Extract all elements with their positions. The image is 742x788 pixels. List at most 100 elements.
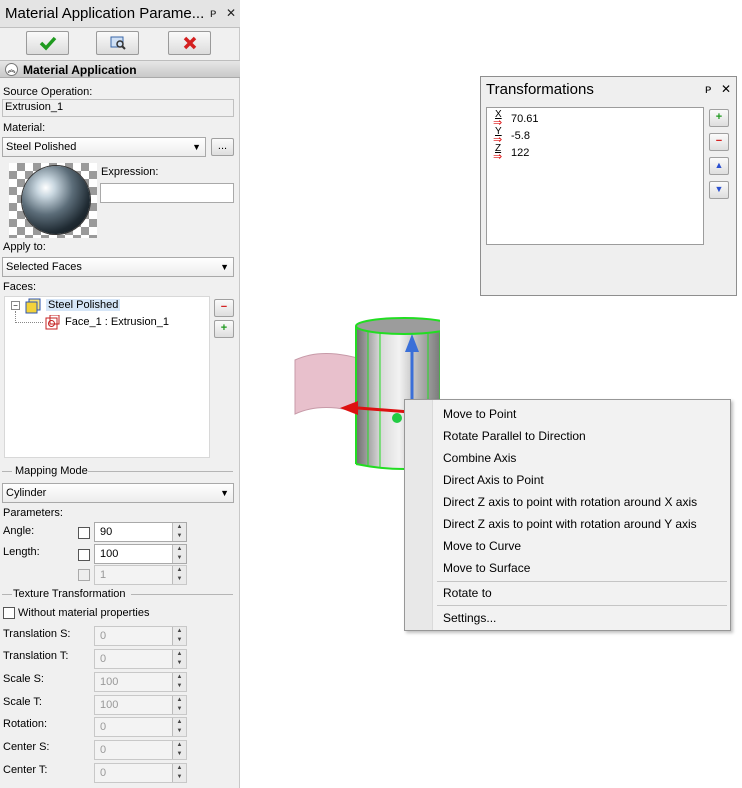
length-checkbox[interactable] [78,549,90,561]
cylinder-top-edge [355,317,440,335]
source-operation-field: Extrusion_1 [2,99,234,117]
collapse-chevron-icon[interactable]: ︽ [5,63,18,76]
apply-to-select[interactable]: Selected Faces ▼ [2,257,234,277]
material-sphere-preview [22,166,90,234]
faces-tree[interactable]: − Steel Polished Face_1 : Extrusion_1 [4,296,210,458]
without-material-checkbox[interactable] [3,607,15,619]
spin-down-icon[interactable]: ▼ [173,554,186,563]
angle-checkbox[interactable] [78,527,90,539]
tree-item-steel-polished[interactable]: Steel Polished [46,299,121,311]
length-spinner[interactable]: 100 ▲ ▼ [94,544,187,564]
pin-icon[interactable]: ᴘ [210,6,216,20]
expression-input[interactable] [100,183,234,203]
section-header-material-application[interactable]: ︽ Material Application [0,60,240,78]
menu-item-move-to-curve[interactable]: Move to Curve [443,539,521,553]
pin-icon[interactable]: ᴘ [705,82,711,96]
material-select-value: Steel Polished [6,141,77,153]
mapping-mode-group: Mapping Mode [0,465,236,477]
spin-up-icon[interactable]: ▲ [173,523,186,532]
spin-up-icon: ▲ [176,651,183,657]
material-select[interactable]: Steel Polished ▼ [2,137,206,157]
cancel-button[interactable] [168,31,211,55]
spin-down-icon: ▼ [176,660,183,666]
remove-face-button[interactable]: − [214,299,234,317]
angle-spinner[interactable]: 90 ▲ ▼ [94,522,187,542]
scale-s-value: 100 [100,676,119,688]
arrow-up-icon: ▲ [714,160,724,170]
face-node-icon [45,315,60,330]
rotation-value: 0 [100,721,107,733]
scale-t-spinner: 100 ▲ ▼ [94,695,187,715]
move-down-button[interactable]: ▼ [709,181,729,199]
transformations-list[interactable]: X ⇒ 70.61 Y ⇒ -5.8 Z ⇒ 122 [486,107,704,245]
close-icon[interactable]: ✕ [226,6,236,20]
spin-up-icon: ▲ [176,674,183,680]
translation-t-value: 0 [100,653,107,665]
spin-buttons: ▲ ▼ [172,718,186,736]
scale-t-value: 100 [100,699,119,711]
transformation-value: 70.61 [511,113,539,125]
menu-item-move-to-point[interactable]: Move to Point [443,407,516,421]
menu-separator [437,581,727,582]
menu-item-move-to-surface[interactable]: Move to Surface [443,561,530,575]
menu-icon-strip [405,400,433,630]
scale-s-spinner: 100 ▲ ▼ [94,672,187,692]
tree-item-face[interactable]: Face_1 : Extrusion_1 [65,316,169,328]
transformation-value: -5.8 [511,130,530,142]
section-title: Material Application [23,63,137,77]
menu-item-direct-z-rot-x[interactable]: Direct Z axis to point with rotation aro… [443,495,697,509]
translation-t-label: Translation T: [3,650,69,662]
scale-t-label: Scale T: [3,696,42,708]
menu-item-settings[interactable]: Settings... [443,611,496,625]
spin-buttons[interactable]: ▲ ▼ [172,523,186,541]
rotation-spinner: 0 ▲ ▼ [94,717,187,737]
add-face-button[interactable]: + [214,320,234,338]
center-t-spinner: 0 ▲ ▼ [94,763,187,783]
apply-to-label: Apply to: [3,241,46,253]
spin-down-icon: ▼ [176,637,183,643]
spin-buttons: ▲ ▼ [172,650,186,668]
tree-expander[interactable]: − [11,301,20,310]
spin-down-icon: ▼ [176,751,183,757]
minus-icon: − [220,301,228,313]
preview-button[interactable] [96,31,139,55]
move-up-button[interactable]: ▲ [709,157,729,175]
spin-buttons[interactable]: ▲ ▼ [172,545,186,563]
spin-buttons: ▲ ▼ [172,627,186,645]
rotation-label: Rotation: [3,718,48,730]
menu-item-rotate-to[interactable]: Rotate to [443,586,492,600]
panel-title-bar: Material Application Parame... ᴘ ✕ [0,0,240,28]
ok-button[interactable] [26,31,69,55]
center-s-spinner: 0 ▲ ▼ [94,740,187,760]
material-application-panel: Material Application Parame... ᴘ ✕ ︽ Mat… [0,0,240,788]
faces-label: Faces: [3,281,37,293]
spin-up-icon[interactable]: ▲ [173,545,186,554]
add-transformation-button[interactable]: + [709,109,729,127]
center-t-label: Center T: [3,764,48,776]
angle-value: 90 [100,526,113,538]
third-param-value: 1 [100,569,107,581]
menu-item-rotate-parallel[interactable]: Rotate Parallel to Direction [443,429,586,443]
spin-up-icon: ▲ [176,628,183,634]
menu-item-combine-axis[interactable]: Combine Axis [443,451,516,465]
menu-item-direct-axis-to-point[interactable]: Direct Axis to Point [443,473,544,487]
minus-icon: − [715,135,723,147]
mapping-mode-select[interactable]: Cylinder ▼ [2,483,234,503]
translation-t-spinner: 0 ▲ ▼ [94,649,187,669]
chevron-down-icon: ▼ [220,262,229,272]
third-param-spinner: 1 ▲ ▼ [94,565,187,585]
browse-material-button[interactable]: ... [211,138,234,156]
menu-separator [437,605,727,606]
spin-down-icon: ▼ [176,774,183,780]
menu-item-direct-z-rot-y[interactable]: Direct Z axis to point with rotation aro… [443,517,697,531]
remove-transformation-button[interactable]: − [709,133,729,151]
gizmo-origin-handle[interactable] [392,413,402,423]
texture-transformation-label: Texture Transformation [13,588,126,600]
close-icon[interactable]: ✕ [721,82,731,96]
plus-icon: + [715,111,723,123]
spin-down-icon[interactable]: ▼ [173,532,186,541]
group-line [88,471,233,472]
without-material-label: Without material properties [18,607,150,619]
third-param-checkbox [78,569,90,581]
transformations-title: Transformations [486,81,594,98]
